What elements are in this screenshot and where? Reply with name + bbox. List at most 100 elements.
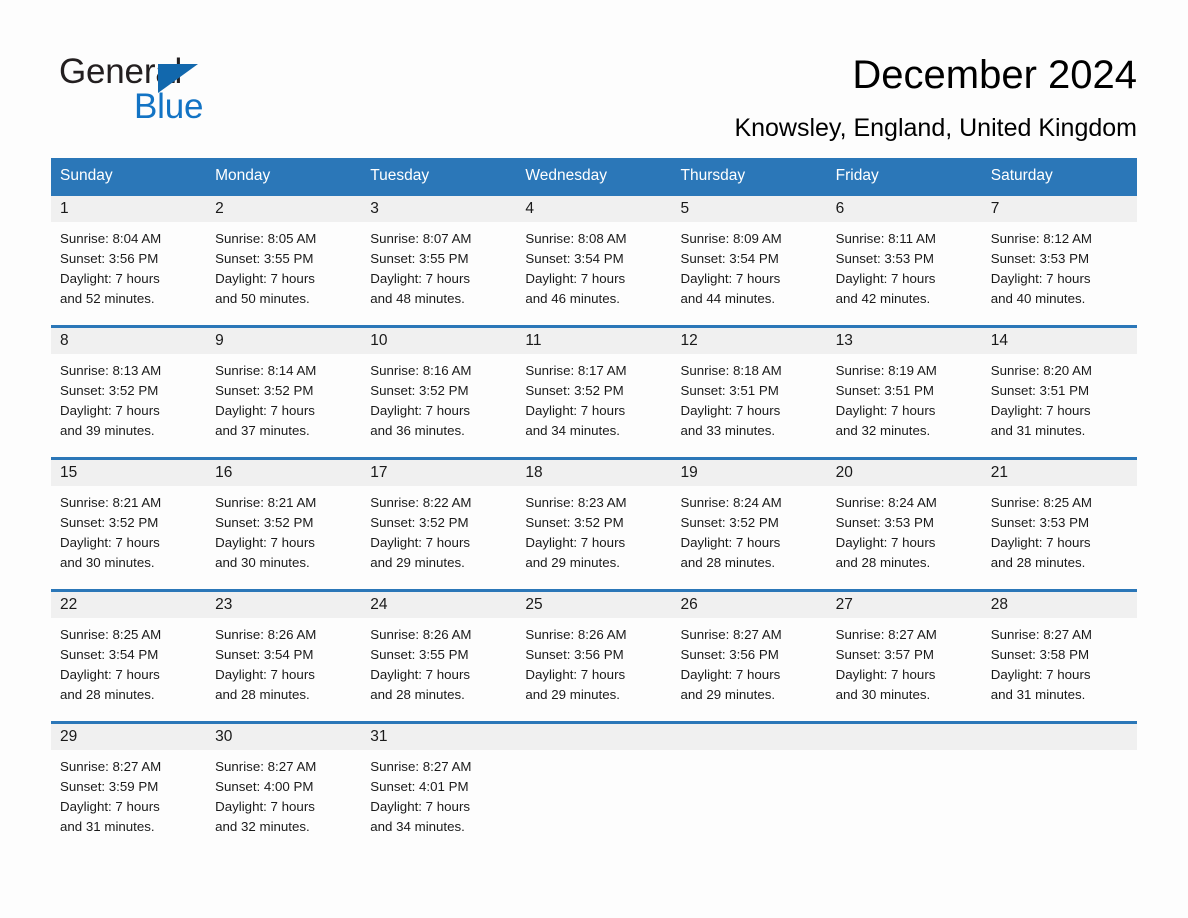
day-cell[interactable] — [827, 757, 982, 837]
day-number[interactable]: 6 — [827, 196, 982, 222]
day-number[interactable]: 27 — [827, 592, 982, 618]
day-sunset: Sunset: 3:54 PM — [215, 647, 314, 662]
day-sunrise: Sunrise: 8:21 AM — [215, 495, 317, 510]
day-number[interactable] — [827, 724, 982, 750]
day-cell[interactable]: Sunrise: 8:27 AM Sunset: 3:57 PM Daylight:… — [827, 625, 982, 705]
day-cell[interactable]: Sunrise: 8:21 AM Sunset: 3:52 PM Daylight:… — [51, 493, 206, 573]
generalblue-logo[interactable]: General Blue — [59, 52, 319, 132]
day-number[interactable]: 16 — [206, 460, 361, 486]
day-number[interactable]: 30 — [206, 724, 361, 750]
day-cell[interactable]: Sunrise: 8:22 AM Sunset: 3:52 PM Daylight:… — [361, 493, 516, 573]
weekday-header-thursday: Thursday — [680, 167, 746, 184]
day-number-band: 22 23 24 25 26 27 28 — [51, 592, 1137, 618]
day-number[interactable]: 23 — [206, 592, 361, 618]
day-number[interactable]: 31 — [361, 724, 516, 750]
day-number[interactable]: 13 — [827, 328, 982, 354]
calendar-week-row: 1 2 3 4 5 6 7 Sunrise: 8:04 AM Sunset: 3:56 PM Da… — [51, 193, 1137, 325]
day-cell[interactable]: Sunrise: 8:27 AM Sunset: 3:59 PM Daylight:… — [51, 757, 206, 837]
day-number[interactable]: 1 — [51, 196, 206, 222]
day-number[interactable]: 10 — [361, 328, 516, 354]
day-number[interactable] — [982, 724, 1137, 750]
day-sunrise: Sunrise: 8:13 AM — [60, 363, 162, 378]
weekday-header-friday: Friday — [835, 167, 879, 184]
day-number[interactable]: 25 — [516, 592, 671, 618]
day-number[interactable]: 21 — [982, 460, 1137, 486]
day-number[interactable]: 22 — [51, 592, 206, 618]
day-cell[interactable]: Sunrise: 8:09 AM Sunset: 3:54 PM Daylight:… — [672, 229, 827, 309]
day-daylightline2: and 31 minutes. — [990, 423, 1086, 438]
day-cell[interactable]: Sunrise: 8:04 AM Sunset: 3:56 PM Daylight:… — [51, 229, 206, 309]
day-cell[interactable]: Sunrise: 8:27 AM Sunset: 3:58 PM Daylight:… — [982, 625, 1137, 705]
day-cell[interactable]: Sunrise: 8:23 AM Sunset: 3:52 PM Daylight:… — [516, 493, 671, 573]
day-sunset: Sunset: 3:55 PM — [215, 251, 314, 266]
day-cell[interactable]: Sunrise: 8:27 AM Sunset: 3:56 PM Daylight:… — [672, 625, 827, 705]
day-number[interactable]: 5 — [672, 196, 827, 222]
day-cell[interactable]: Sunrise: 8:19 AM Sunset: 3:51 PM Daylight:… — [827, 361, 982, 441]
day-cell[interactable] — [672, 757, 827, 837]
day-cell[interactable]: Sunrise: 8:26 AM Sunset: 3:56 PM Daylight:… — [516, 625, 671, 705]
day-cell[interactable]: Sunrise: 8:14 AM Sunset: 3:52 PM Daylight:… — [206, 361, 361, 441]
day-daylightline2: and 50 minutes. — [215, 291, 310, 306]
day-sunrise: Sunrise: 8:08 AM — [525, 231, 627, 246]
day-daylightline1: Daylight: 7 hours — [835, 535, 936, 550]
day-cell[interactable]: Sunrise: 8:16 AM Sunset: 3:52 PM Daylight:… — [361, 361, 516, 441]
day-cell[interactable]: Sunrise: 8:12 AM Sunset: 3:53 PM Daylight:… — [982, 229, 1137, 309]
day-number[interactable]: 17 — [361, 460, 516, 486]
day-number[interactable]: 3 — [361, 196, 516, 222]
day-number[interactable]: 15 — [51, 460, 206, 486]
day-cell[interactable]: Sunrise: 8:26 AM Sunset: 3:54 PM Daylight:… — [206, 625, 361, 705]
page-title: December 2024 — [852, 53, 1137, 97]
day-sunrise: Sunrise: 8:25 AM — [60, 627, 162, 642]
day-cell[interactable]: Sunrise: 8:17 AM Sunset: 3:52 PM Daylight:… — [516, 361, 671, 441]
day-number[interactable]: 28 — [982, 592, 1137, 618]
day-cell[interactable]: Sunrise: 8:27 AM Sunset: 4:01 PM Daylight:… — [361, 757, 516, 837]
day-number[interactable]: 2 — [206, 196, 361, 222]
day-daylightline1: Daylight: 7 hours — [60, 667, 160, 682]
day-cell[interactable]: Sunrise: 8:20 AM Sunset: 3:51 PM Daylight:… — [982, 361, 1137, 441]
day-number[interactable]: 19 — [672, 460, 827, 486]
day-cell[interactable]: Sunrise: 8:24 AM Sunset: 3:53 PM Daylight:… — [827, 493, 982, 573]
day-sunset: Sunset: 3:56 PM — [525, 647, 624, 662]
day-cell[interactable]: Sunrise: 8:25 AM Sunset: 3:54 PM Daylight:… — [51, 625, 206, 705]
day-number[interactable]: 4 — [516, 196, 671, 222]
day-cell[interactable] — [516, 757, 671, 837]
day-daylightline1: Daylight: 7 hours — [525, 667, 626, 682]
day-daylightline2: and 28 minutes. — [835, 555, 931, 570]
day-daylightline1: Daylight: 7 hours — [990, 271, 1091, 286]
day-cell[interactable]: Sunrise: 8:25 AM Sunset: 3:53 PM Daylight:… — [982, 493, 1137, 573]
day-daylightline1: Daylight: 7 hours — [370, 403, 471, 418]
day-cell[interactable]: Sunrise: 8:18 AM Sunset: 3:51 PM Daylight:… — [672, 361, 827, 441]
day-number[interactable]: 7 — [982, 196, 1137, 222]
day-daylightline2: and 29 minutes. — [525, 555, 620, 570]
day-cell[interactable]: Sunrise: 8:13 AM Sunset: 3:52 PM Daylight:… — [51, 361, 206, 441]
day-number[interactable]: 26 — [672, 592, 827, 618]
day-daylightline2: and 44 minutes. — [680, 291, 776, 306]
day-number[interactable]: 20 — [827, 460, 982, 486]
day-sunrise: Sunrise: 8:27 AM — [215, 759, 317, 774]
day-cell[interactable]: Sunrise: 8:07 AM Sunset: 3:55 PM Daylight:… — [361, 229, 516, 309]
day-cell[interactable]: Sunrise: 8:08 AM Sunset: 3:54 PM Daylight:… — [516, 229, 671, 309]
day-number[interactable] — [516, 724, 671, 750]
day-number[interactable]: 11 — [516, 328, 671, 354]
day-cell[interactable]: Sunrise: 8:24 AM Sunset: 3:52 PM Daylight:… — [672, 493, 827, 573]
day-daylightline2: and 30 minutes. — [60, 555, 155, 570]
day-number[interactable]: 29 — [51, 724, 206, 750]
day-cell[interactable]: Sunrise: 8:26 AM Sunset: 3:55 PM Daylight:… — [361, 625, 516, 705]
day-cell[interactable]: Sunrise: 8:21 AM Sunset: 3:52 PM Daylight:… — [206, 493, 361, 573]
weekday-header-saturday: Saturday — [990, 167, 1053, 184]
day-number[interactable]: 12 — [672, 328, 827, 354]
day-cell[interactable]: Sunrise: 8:11 AM Sunset: 3:53 PM Daylight:… — [827, 229, 982, 309]
day-number[interactable]: 24 — [361, 592, 516, 618]
day-sunrise: Sunrise: 8:27 AM — [60, 759, 162, 774]
day-daylightline2: and 31 minutes. — [60, 819, 155, 834]
day-number[interactable] — [672, 724, 827, 750]
day-number[interactable]: 14 — [982, 328, 1137, 354]
day-cell[interactable]: Sunrise: 8:27 AM Sunset: 4:00 PM Daylight:… — [206, 757, 361, 837]
day-sunset: Sunset: 3:58 PM — [990, 647, 1090, 662]
day-number[interactable]: 9 — [206, 328, 361, 354]
day-sunset: Sunset: 3:52 PM — [680, 515, 779, 530]
day-number[interactable]: 18 — [516, 460, 671, 486]
day-number[interactable]: 8 — [51, 328, 206, 354]
day-cell[interactable] — [982, 757, 1137, 837]
day-cell[interactable]: Sunrise: 8:05 AM Sunset: 3:55 PM Daylight:… — [206, 229, 361, 309]
